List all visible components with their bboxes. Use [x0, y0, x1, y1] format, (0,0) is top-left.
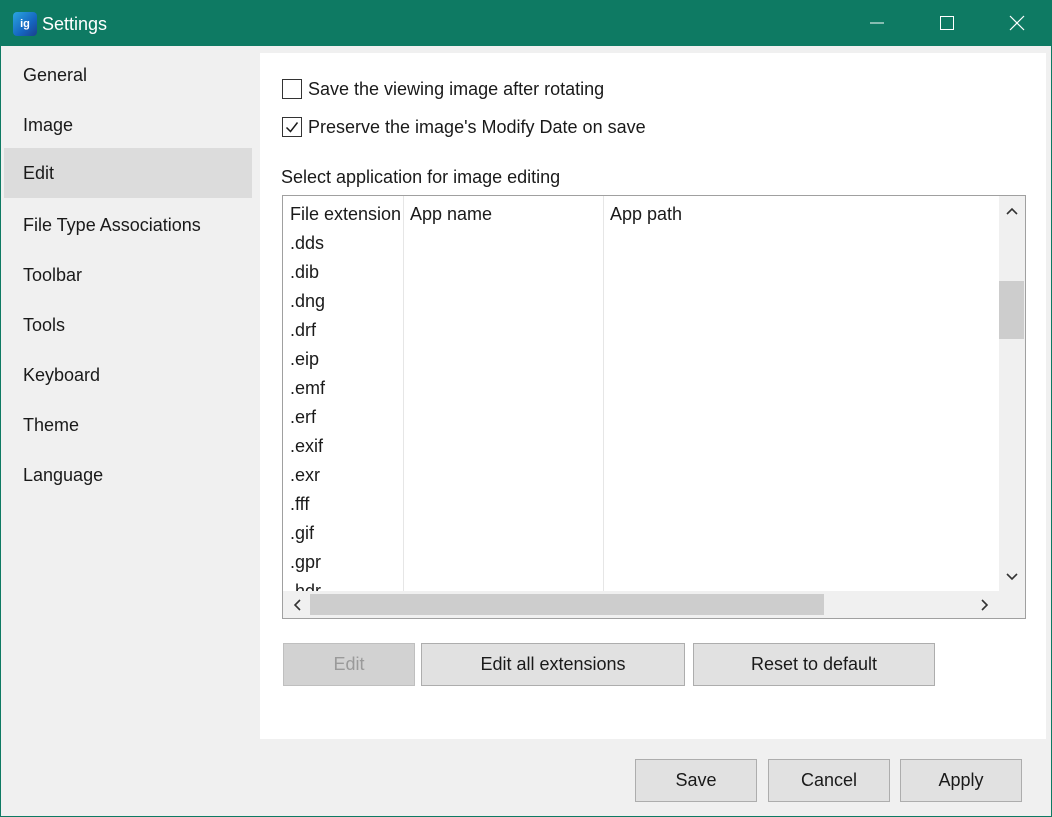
- app-icon: ig: [13, 12, 37, 36]
- table-row[interactable]: .eip: [290, 345, 319, 374]
- minimize-button[interactable]: [842, 1, 912, 46]
- scrollbar-corner: [999, 591, 1025, 618]
- table-row[interactable]: .dib: [290, 258, 319, 287]
- preserve-modify-date-checkbox[interactable]: [282, 117, 302, 137]
- sidebar-item-image[interactable]: Image: [4, 100, 252, 150]
- scroll-down-icon[interactable]: [1005, 571, 1019, 583]
- settings-sidebar: General Image Edit File Type Association…: [1, 46, 257, 817]
- window-title: Settings: [42, 14, 108, 34]
- sidebar-item-keyboard[interactable]: Keyboard: [4, 350, 252, 400]
- preserve-modify-date-label: Preserve the image's Modify Date on save: [308, 116, 646, 137]
- vertical-scrollbar[interactable]: [999, 196, 1025, 591]
- apply-button[interactable]: Apply: [900, 759, 1022, 802]
- save-button[interactable]: Save: [635, 759, 757, 802]
- column-header-app-name[interactable]: App name: [410, 204, 492, 225]
- sidebar-item-language[interactable]: Language: [4, 450, 252, 500]
- sidebar-item-edit[interactable]: Edit: [4, 148, 252, 198]
- horizontal-scroll-thumb[interactable]: [310, 594, 824, 615]
- minimize-icon: [870, 22, 884, 24]
- edit-all-extensions-button[interactable]: Edit all extensions: [421, 643, 685, 686]
- column-header-app-path[interactable]: App path: [610, 204, 682, 225]
- edit-settings-panel: Save the viewing image after rotating Pr…: [260, 53, 1046, 739]
- scroll-up-icon[interactable]: [1005, 205, 1019, 217]
- vertical-scroll-thumb[interactable]: [999, 281, 1024, 339]
- column-header-file-extension[interactable]: File extension: [290, 204, 401, 225]
- table-row[interactable]: .dds: [290, 229, 324, 258]
- maximize-icon: [940, 16, 954, 30]
- editing-apps-table[interactable]: File extension App name App path .dds .d…: [282, 195, 1026, 619]
- sidebar-item-toolbar[interactable]: Toolbar: [4, 250, 252, 300]
- table-row[interactable]: .gif: [290, 519, 314, 548]
- close-button[interactable]: [982, 1, 1052, 46]
- table-row[interactable]: .emf: [290, 374, 325, 403]
- preserve-modify-date-option[interactable]: Preserve the image's Modify Date on save: [282, 115, 646, 139]
- sidebar-item-general[interactable]: General: [4, 50, 252, 100]
- save-after-rotate-label: Save the viewing image after rotating: [308, 78, 605, 99]
- table-row[interactable]: .erf: [290, 403, 316, 432]
- table-row[interactable]: .gpr: [290, 548, 321, 577]
- close-icon: [1009, 15, 1025, 31]
- scroll-left-icon[interactable]: [291, 598, 303, 612]
- table-row[interactable]: .drf: [290, 316, 316, 345]
- table-row[interactable]: .exif: [290, 432, 323, 461]
- title-bar[interactable]: ig Settings: [1, 1, 1051, 46]
- column-divider[interactable]: [403, 196, 404, 591]
- settings-window: ig Settings General Image Edit File Type…: [0, 0, 1052, 817]
- table-row[interactable]: .fff: [290, 490, 309, 519]
- checkmark-icon: [285, 122, 299, 133]
- save-after-rotate-checkbox[interactable]: [282, 79, 302, 99]
- table-row[interactable]: .dng: [290, 287, 325, 316]
- reset-to-default-button[interactable]: Reset to default: [693, 643, 935, 686]
- sidebar-item-theme[interactable]: Theme: [4, 400, 252, 450]
- table-row[interactable]: .exr: [290, 461, 320, 490]
- cancel-button[interactable]: Cancel: [768, 759, 890, 802]
- edit-button[interactable]: Edit: [283, 643, 415, 686]
- column-divider[interactable]: [603, 196, 604, 591]
- sidebar-item-tools[interactable]: Tools: [4, 300, 252, 350]
- save-after-rotate-option[interactable]: Save the viewing image after rotating: [282, 77, 604, 101]
- scroll-right-icon[interactable]: [979, 598, 991, 612]
- sidebar-item-file-type-associations[interactable]: File Type Associations: [4, 200, 252, 250]
- select-app-label: Select application for image editing: [281, 167, 561, 187]
- maximize-button[interactable]: [912, 1, 982, 46]
